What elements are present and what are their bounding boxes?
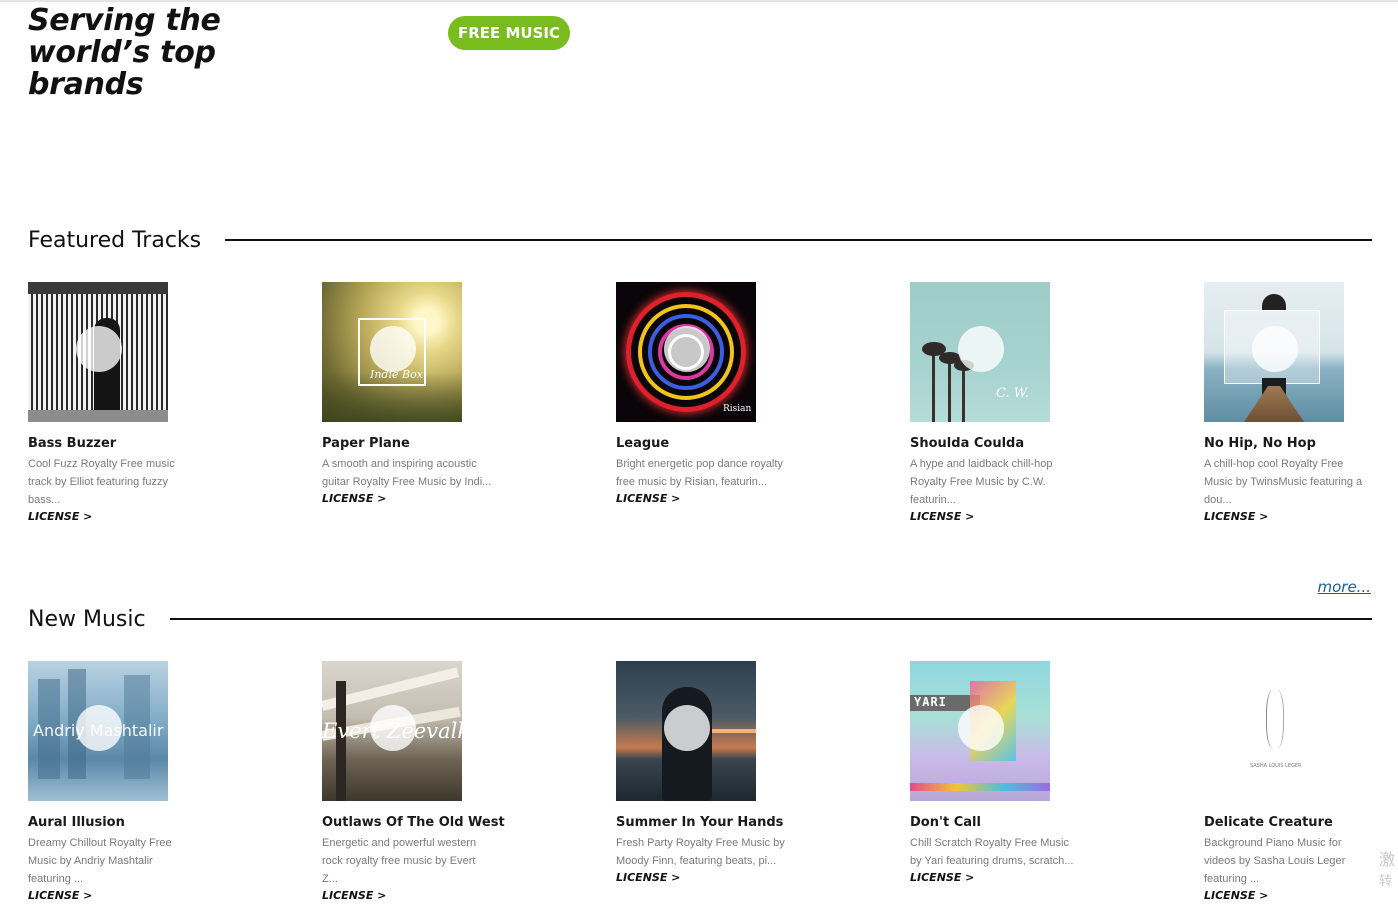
license-link[interactable]: LICENSE > — [616, 871, 796, 884]
license-link[interactable]: LICENSE > — [28, 889, 208, 902]
track-description: Bright energetic pop dance royalty free … — [616, 458, 783, 488]
track-card: No Hip, No Hop A chill-hop cool Royalty … — [1204, 282, 1384, 523]
track-artwork[interactable]: Evert Zeevalkink — [322, 661, 462, 801]
track-description: A hype and laidback chill-hop Royalty Fr… — [910, 458, 1053, 506]
track-title[interactable]: Summer In Your Hands — [616, 815, 796, 830]
art-floor — [28, 410, 168, 422]
license-link[interactable]: LICENSE > — [910, 510, 1090, 523]
track-description: Fresh Party Royalty Free Music by Moody … — [616, 837, 785, 867]
hero-title: Serving the world’s top brands — [28, 3, 221, 102]
track-title[interactable]: Shoulda Coulda — [910, 436, 1090, 451]
track-artwork[interactable]: Indie Box — [322, 282, 462, 422]
track-title[interactable]: League — [616, 436, 796, 451]
track-title[interactable]: Paper Plane — [322, 436, 502, 451]
track-description: Background Piano Music for videos by Sas… — [1204, 837, 1346, 885]
free-music-button[interactable]: FREE MUSIC — [448, 16, 570, 50]
art-logo-text: YARI — [914, 695, 947, 709]
track-description: A chill-hop cool Royalty Free Music by T… — [1204, 458, 1363, 506]
palm-trunk — [962, 366, 965, 422]
palm-trunk — [948, 360, 951, 422]
play-icon[interactable] — [958, 326, 1004, 372]
pier — [1244, 386, 1304, 422]
corner-watermark: 转 — [1379, 873, 1393, 888]
track-title[interactable]: No Hip, No Hop — [1204, 436, 1384, 451]
art-logo-text: Risian — [723, 404, 752, 414]
corner-watermark: 激 — [1379, 852, 1396, 869]
track-title[interactable]: Delicate Creature — [1204, 815, 1384, 830]
license-link[interactable]: LICENSE > — [616, 492, 796, 505]
play-icon[interactable] — [370, 705, 416, 751]
line-drawing-icon — [1266, 689, 1284, 749]
track-artwork[interactable]: YARI — [910, 661, 1050, 801]
track-description: Cool Fuzz Royalty Free music track by El… — [28, 458, 175, 506]
track-card: C. W. Shoulda Coulda A hype and laidback… — [910, 282, 1090, 523]
track-card: SASHA LOUIS LEGER Delicate Creature Back… — [1204, 661, 1384, 902]
track-card: Evert Zeevalkink Outlaws Of The Old West… — [322, 661, 505, 902]
track-title[interactable]: Bass Buzzer — [28, 436, 208, 451]
track-card: Indie Box Paper Plane A smooth and inspi… — [322, 282, 502, 505]
track-artwork[interactable]: C. W. — [910, 282, 1050, 422]
pier-lights — [712, 729, 756, 733]
track-card: Risian League Bright energetic pop dance… — [616, 282, 796, 505]
track-artwork[interactable]: Risian — [616, 282, 756, 422]
section-divider — [225, 239, 1372, 241]
track-description: A smooth and inspiring acoustic guitar R… — [322, 458, 492, 488]
track-description: Dreamy Chillout Royalty Free Music by An… — [28, 837, 172, 885]
section-title: Featured Tracks — [28, 227, 202, 253]
play-icon[interactable] — [664, 705, 710, 751]
track-card: Andriy Mashtalir Aural Illusion Dreamy C… — [28, 661, 208, 902]
track-artwork[interactable] — [1204, 282, 1344, 422]
license-link[interactable]: LICENSE > — [28, 510, 208, 523]
more-link[interactable]: more... — [1318, 578, 1372, 596]
play-icon[interactable] — [76, 326, 122, 372]
track-artwork[interactable] — [616, 661, 756, 801]
track-title[interactable]: Outlaws Of The Old West — [322, 815, 505, 830]
bowler-hat — [1262, 294, 1286, 310]
license-link[interactable]: LICENSE > — [322, 889, 502, 902]
track-description: Energetic and powerful western rock roya… — [322, 837, 477, 885]
play-icon[interactable] — [958, 705, 1004, 751]
track-title[interactable]: Aural Illusion — [28, 815, 208, 830]
track-title[interactable]: Don't Call — [910, 815, 1090, 830]
section-title: New Music — [28, 606, 146, 632]
art-shadow — [28, 282, 168, 294]
section-divider — [169, 618, 1372, 620]
new-music-header: New Music — [28, 604, 1372, 634]
featured-tracks-header: Featured Tracks — [28, 225, 1372, 255]
track-description: Chill Scratch Royalty Free Music by Yari… — [910, 837, 1074, 867]
palm-trunk — [932, 350, 935, 422]
play-icon[interactable] — [76, 705, 122, 751]
art-logo-text: C. W. — [996, 386, 1029, 401]
play-icon[interactable] — [664, 326, 710, 372]
track-artwork[interactable] — [28, 282, 168, 422]
top-border — [0, 0, 1398, 2]
art-logo-text: SASHA LOUIS LEGER — [1250, 763, 1302, 769]
glitch-stripe — [910, 783, 1050, 791]
track-card: Summer In Your Hands Fresh Party Royalty… — [616, 661, 796, 884]
featured-tracks-row: Bass Buzzer Cool Fuzz Royalty Free music… — [28, 282, 1388, 532]
new-music-row: Andriy Mashtalir Aural Illusion Dreamy C… — [28, 661, 1388, 911]
license-link[interactable]: LICENSE > — [910, 871, 1090, 884]
track-card: Bass Buzzer Cool Fuzz Royalty Free music… — [28, 282, 208, 523]
track-card: YARI Don't Call Chill Scratch Royalty Fr… — [910, 661, 1090, 884]
license-link[interactable]: LICENSE > — [1204, 510, 1384, 523]
license-link[interactable]: LICENSE > — [1204, 889, 1384, 902]
play-icon[interactable] — [1252, 326, 1298, 372]
play-icon[interactable] — [370, 326, 416, 372]
license-link[interactable]: LICENSE > — [322, 492, 502, 505]
track-artwork[interactable]: Andriy Mashtalir — [28, 661, 168, 801]
track-artwork[interactable]: SASHA LOUIS LEGER — [1204, 661, 1344, 801]
